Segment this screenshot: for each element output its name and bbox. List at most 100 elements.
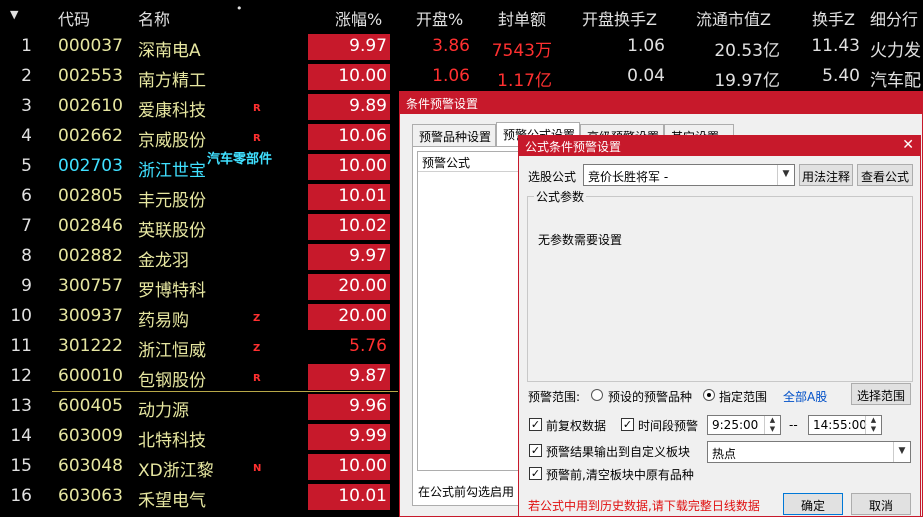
time-period-label: 时间段预警 [638, 419, 699, 433]
ok-button[interactable]: 确定 [783, 493, 843, 515]
clear-block-checkbox[interactable]: ✓ [529, 467, 542, 480]
usage-notes-button[interactable]: 用法注释 [799, 164, 853, 186]
row-change: 9.97 [308, 244, 390, 270]
row-open-turnover: 1.06 [627, 36, 665, 56]
row-change: 20.00 [308, 304, 390, 330]
range-custom-label: 指定范围 [719, 390, 768, 404]
row-index: 10 [10, 306, 32, 326]
table-header: ▼ 代码 名称 • 涨幅% 开盘% 封单额 开盘换手Z 流通市值Z 换手Z 细分… [0, 0, 923, 32]
row-name: 丰元股份 [138, 191, 206, 211]
tab-alert-symbols[interactable]: 预警品种设置 [412, 124, 496, 146]
col-change[interactable]: 涨幅% [335, 6, 382, 30]
row-change: 10.06 [308, 124, 390, 150]
row-index: 6 [21, 186, 32, 206]
table-row[interactable]: 2 002553 南方精工 10.00 1.06 1.17亿 0.04 19.9… [0, 62, 923, 92]
output-block-label: 预警结果输出到自定义板块 [546, 445, 691, 459]
row-industry: 火力发 [870, 41, 921, 61]
output-block-select[interactable]: 热点 ▼ [707, 441, 911, 463]
dialog-title: 公式条件预警设置 ✕ [519, 136, 920, 156]
time-start-value: 9:25:00 [712, 418, 759, 432]
row-change: 9.87 [308, 364, 390, 390]
pre-adjust-checkbox[interactable]: ✓ [529, 418, 542, 431]
params-title: 公式参数 [534, 188, 587, 205]
row-code: 002610 [58, 96, 123, 116]
time-end-value: 14:55:00 [813, 418, 867, 432]
col-name[interactable]: 名称 [138, 6, 170, 30]
spinner-icon[interactable]: ▲ ▼ [865, 416, 881, 434]
row-name: 禾望电气 [138, 491, 206, 511]
row-open: 3.86 [432, 36, 470, 56]
row-name: 深南电A [138, 41, 201, 61]
row-open: 1.06 [432, 66, 470, 86]
row-index: 9 [21, 276, 32, 296]
row-flag: R [253, 103, 261, 114]
col-seal[interactable]: 封单额 [498, 6, 546, 30]
formula-select-value: 竞价长胜将军 - [588, 170, 669, 184]
formula-select[interactable]: 竞价长胜将军 - ▼ [583, 164, 795, 186]
range-value[interactable]: 全部A股 [783, 388, 827, 405]
row-name: 金龙羽 [138, 251, 189, 271]
time-dash: -- [789, 418, 798, 432]
formula-list[interactable]: 预警公式 [417, 151, 519, 471]
row-change: 10.00 [308, 454, 390, 480]
row-float-cap: 19.97亿 [714, 71, 780, 91]
row-name: 浙江恒威 [138, 341, 206, 361]
col-open[interactable]: 开盘% [416, 6, 463, 30]
row-seal: 7543万 [491, 41, 552, 61]
row-code: 002805 [58, 186, 123, 206]
row-index: 15 [10, 456, 32, 476]
row-name: 爱康科技 [138, 101, 206, 121]
sort-arrow-icon[interactable]: ▼ [10, 8, 18, 21]
row-name: 动力源 [138, 401, 189, 421]
row-flag: Z [253, 313, 261, 324]
range-label: 预警范围: [528, 390, 581, 404]
row-flag: N [253, 463, 262, 474]
row-code: 603063 [58, 486, 123, 506]
pick-formula-label: 选股公式 [528, 170, 577, 184]
row-code: 600010 [58, 366, 123, 386]
time-period-checkbox[interactable]: ✓ [621, 418, 634, 431]
formula-params-group: 公式参数 无参数需要设置 [527, 188, 913, 382]
col-turnover[interactable]: 换手Z [812, 6, 855, 30]
dialog-title-text: 公式条件预警设置 [525, 140, 622, 154]
row-code: 603048 [58, 456, 123, 476]
range-preset-radio[interactable] [591, 389, 603, 401]
row-code: 301222 [58, 336, 123, 356]
select-range-button[interactable]: 选择范围 [851, 383, 911, 405]
row-name: 京威股份 [138, 131, 206, 151]
selection-line [52, 391, 398, 392]
row-name: 北特科技 [138, 431, 206, 451]
row-index: 4 [21, 126, 32, 146]
row-index: 16 [10, 486, 32, 506]
row-change: 9.97 [308, 34, 390, 60]
output-block-value: 热点 [712, 447, 737, 461]
col-open-turnover[interactable]: 开盘换手Z [582, 6, 657, 30]
row-change: 10.01 [308, 184, 390, 210]
row-code: 002703 [58, 156, 123, 176]
row-code: 300757 [58, 276, 123, 296]
row-change: 10.00 [308, 154, 390, 180]
chevron-down-icon[interactable]: ▼ [893, 442, 910, 462]
cancel-button[interactable]: 取消 [851, 493, 911, 515]
row-change: 9.99 [308, 424, 390, 450]
output-block-checkbox[interactable]: ✓ [529, 444, 542, 457]
chevron-down-icon[interactable]: ▼ [777, 165, 794, 185]
close-icon[interactable]: ✕ [902, 137, 914, 153]
row-index: 14 [10, 426, 32, 446]
row-name: 罗博特科 [138, 281, 206, 301]
table-row[interactable]: 1 000037 深南电A 9.97 3.86 7543万 1.06 20.53… [0, 32, 923, 62]
time-start-input[interactable]: 9:25:00 ▲ ▼ [707, 415, 781, 435]
industry-tag: 汽车零部件 [207, 152, 273, 167]
row-industry: 汽车配 [870, 71, 921, 91]
row-change: 10.02 [308, 214, 390, 240]
spinner-icon[interactable]: ▲ ▼ [764, 416, 780, 434]
row-code: 300937 [58, 306, 123, 326]
time-end-input[interactable]: 14:55:00 ▲ ▼ [808, 415, 882, 435]
col-industry[interactable]: 细分行 [870, 6, 918, 30]
col-code[interactable]: 代码 [58, 6, 90, 30]
row-name: 南方精工 [138, 71, 206, 91]
view-formula-button[interactable]: 查看公式 [857, 164, 913, 186]
col-float-cap[interactable]: 流通市值Z [696, 6, 771, 30]
range-custom-radio[interactable] [703, 389, 715, 401]
row-change: 9.89 [308, 94, 390, 120]
